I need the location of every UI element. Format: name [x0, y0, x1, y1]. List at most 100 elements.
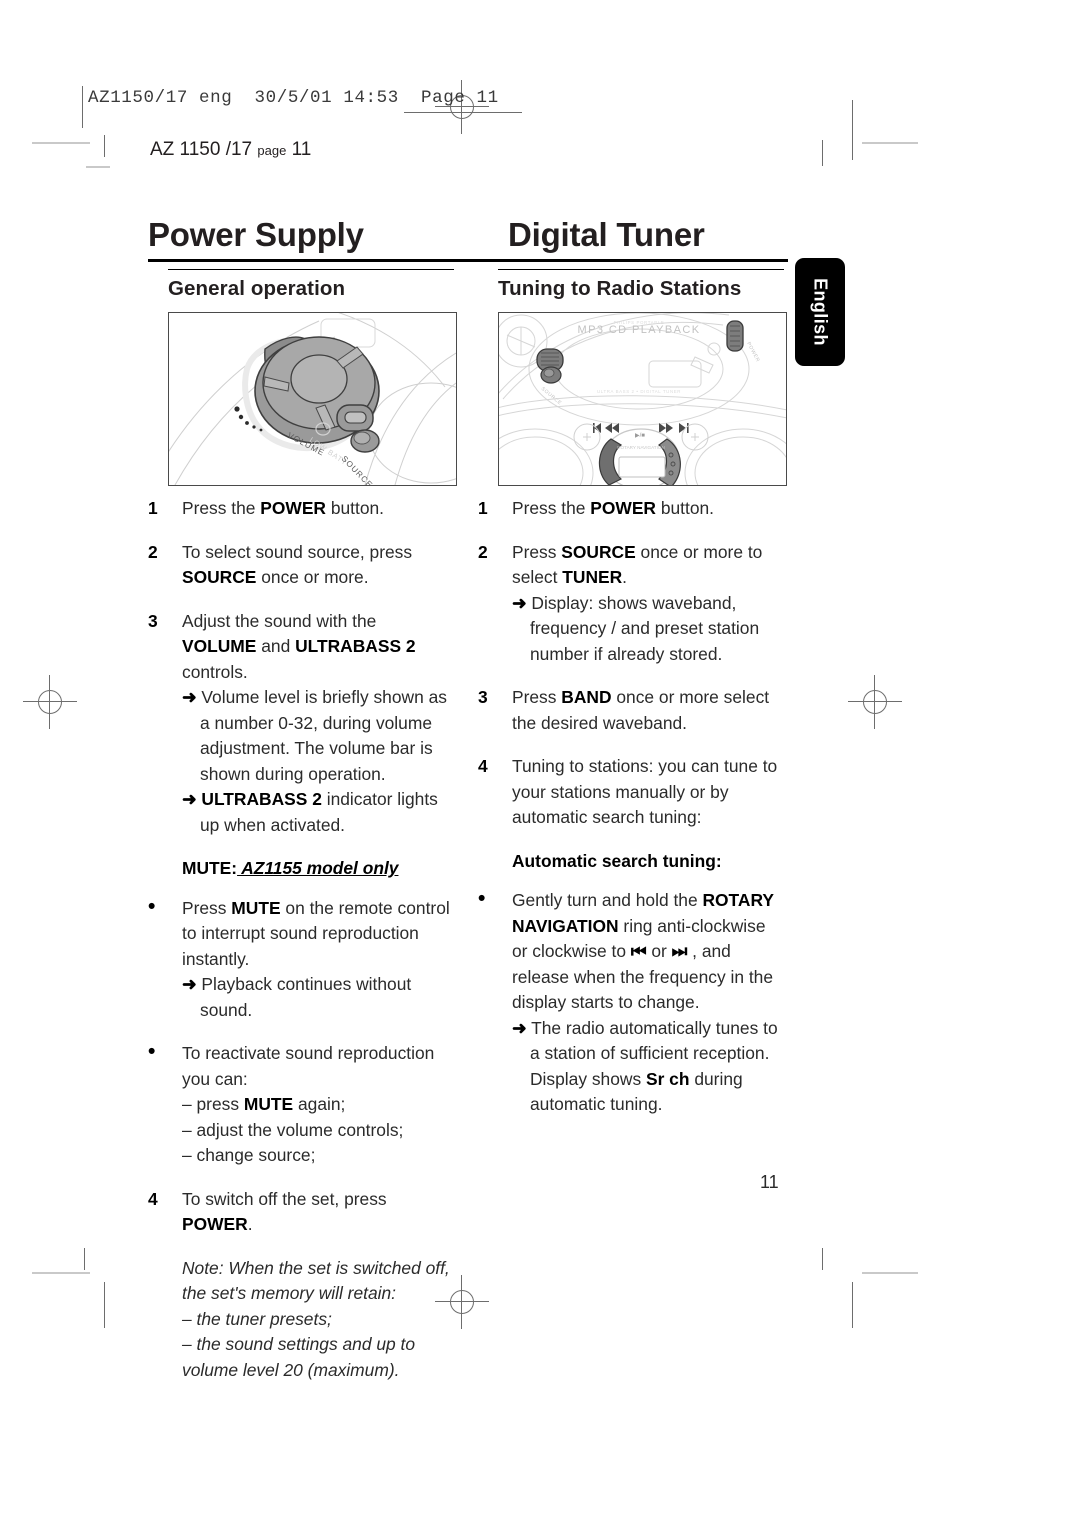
body-text: Display: shows waveband, frequency / and… [530, 592, 760, 664]
body-text: controls. [182, 661, 248, 682]
instruction-line: – adjust the volume controls; [182, 1118, 453, 1144]
body-text: and [256, 636, 296, 656]
instruction-line: To reactivate sound reproduction you can… [182, 1041, 453, 1092]
emphasis-text: SOURCE [182, 567, 257, 587]
body-text: To select sound source, press [182, 541, 413, 562]
emphasis-text: ULTRABASS 2 [295, 636, 416, 656]
body-text: To switch off the set, press [182, 1188, 387, 1209]
instruction-subline: ➜ Volume level is briefly shown as a num… [182, 685, 453, 787]
mute-subhead-bold: MUTE: [182, 858, 238, 878]
instruction-marker: 3 [148, 610, 158, 631]
mute-subhead: MUTE: AZ1155 model only [148, 856, 453, 882]
body-text: again; [293, 1094, 346, 1114]
page-content: Power Supply Digital Tuner General opera… [0, 0, 1080, 1528]
page-number: 11 [760, 1172, 779, 1192]
instruction-line: – press MUTE again; [182, 1092, 453, 1118]
body-text: button. [656, 498, 715, 518]
emphasis-text: MUTE [243, 1094, 294, 1114]
instruction-item: 3 Press BAND once or more select the desi… [478, 685, 783, 736]
automatic-search-subhead: Automatic search tuning: [512, 850, 722, 871]
svg-text:MP3 CD PLAYBACK: MP3 CD PLAYBACK [578, 324, 701, 336]
instruction-line: To select sound source, press SOURCE onc… [182, 540, 453, 591]
instruction-subline: ➜ ULTRABASS 2 indicator lights up when a… [182, 787, 453, 838]
instruction-marker: • [478, 887, 486, 910]
body-text: Adjust the sound with the [182, 610, 377, 631]
body-text: Playback continues without sound. [200, 974, 412, 1020]
body-text: To reactivate sound reproduction you can… [182, 1043, 435, 1089]
note-line-2: – the sound settings and up to volume le… [182, 1334, 416, 1380]
body-text: button. [326, 498, 385, 518]
instruction-subline: ➜ Display: shows waveband, frequency / a… [512, 591, 783, 668]
emphasis-text: ⏭ [671, 941, 688, 961]
instruction-line: Press the POWER button. [182, 496, 453, 522]
mute-subhead-model: AZ1155 model only [237, 858, 399, 878]
emphasis-text: MUTE [231, 897, 281, 918]
emphasis-text: ⏮ [630, 941, 647, 961]
emphasis-text: ➜ [512, 592, 527, 613]
emphasis-text: ➜ [512, 1017, 527, 1038]
emphasis-text: ➜ [182, 974, 197, 994]
page-title-right: Digital Tuner [508, 216, 705, 253]
right-bullets-list: • Gently turn and hold the ROTARY NAVIGAT… [478, 888, 783, 1118]
note-text: : When the set is switched off, the set'… [182, 1257, 450, 1304]
body-text: Press [512, 541, 562, 562]
instruction-line: Press the POWER button. [512, 496, 783, 522]
column-left: 1 Press the POWER button. 2 To select sound… [148, 496, 453, 1383]
note-block: Note: When the set is switched off, the … [148, 1256, 453, 1384]
instruction-item: • Gently turn and hold the ROTARY NAVIGAT… [478, 888, 783, 1118]
instruction-marker: 4 [148, 1188, 158, 1209]
body-text: Press [182, 897, 232, 918]
body-text: or [646, 941, 672, 961]
instruction-item: • To reactivate sound reproduction you ca… [148, 1041, 453, 1169]
svg-text:▶/■: ▶/■ [635, 433, 645, 439]
page-titles: Power Supply Digital Tuner [148, 216, 788, 260]
instruction-item: 3 Adjust the sound with the VOLUME and UL… [148, 609, 453, 839]
instruction-item: 4 Tuning to stations: you can tune to you… [478, 754, 783, 831]
instruction-item: 4 To switch off the set, press POWER. [148, 1187, 453, 1238]
instruction-marker: 4 [478, 756, 488, 776]
instruction-line: Press SOURCE once or more to select TUNE… [512, 540, 783, 591]
body-text: . [247, 1214, 253, 1234]
instruction-line: Tuning to stations: you can tune to your… [512, 754, 783, 831]
figure-top-panel: MP3 CD PLAYBACK PHILIPS PORTABLE ULTRA B… [498, 312, 787, 486]
subhead-rule-left [168, 269, 454, 271]
instruction-subline: ➜ Playback continues without sound. [182, 972, 453, 1023]
body-text: Gently turn and hold the [512, 890, 703, 910]
emphasis-text: BAND [561, 687, 612, 707]
emphasis-text: ULTRABASS 2 [201, 789, 322, 809]
note-line-1: – the tuner presets; [182, 1308, 332, 1329]
emphasis-text: POWER [182, 1214, 248, 1234]
left-final-step: 4 To switch off the set, press POWER. [148, 1187, 453, 1238]
instruction-marker: 1 [478, 498, 488, 518]
emphasis-text: Sr ch [645, 1068, 690, 1089]
instruction-line: – change source; [182, 1143, 453, 1169]
instruction-item: 1 Press the POWER button. [478, 496, 783, 522]
subhead-rule-right [498, 269, 784, 271]
body-text: – change source; [182, 1145, 316, 1165]
subhead-right: Tuning to Radio Stations [498, 277, 742, 300]
language-tab-label: English [810, 278, 831, 346]
body-text: Volume level is briefly shown as a numbe… [200, 687, 447, 784]
svg-text:ULTRA BASS 2 • DIGITAL TUNER: ULTRA BASS 2 • DIGITAL TUNER [597, 389, 681, 394]
emphasis-text: ➜ [182, 789, 197, 809]
emphasis-text: TUNER [562, 567, 623, 587]
left-bullets-list: • Press MUTE on the remote control to int… [148, 895, 453, 1169]
page-title-left: Power Supply [148, 216, 364, 253]
instruction-marker: 3 [478, 687, 488, 707]
instruction-subline: ➜ The radio automatically tunes to a sta… [512, 1016, 783, 1118]
note-label: Note [182, 1257, 219, 1278]
instruction-marker: 2 [478, 541, 488, 562]
body-text: – press [182, 1094, 244, 1114]
emphasis-text: VOLUME [182, 636, 257, 656]
instruction-item: 1 Press the POWER button. [148, 496, 453, 522]
body-text: Press the [512, 498, 591, 518]
body-text: – adjust the volume controls; [182, 1119, 404, 1140]
language-tab: English [795, 258, 845, 366]
body-text: Tuning to stations: you can tune to your… [512, 756, 778, 827]
subhead-left: General operation [168, 277, 346, 300]
body-text: once or more. [256, 567, 369, 587]
instruction-line: Press BAND once or more select the desir… [512, 685, 783, 736]
instruction-marker: 2 [148, 541, 158, 562]
instruction-item: 2 Press SOURCE once or more to select TUN… [478, 540, 783, 668]
emphasis-text: ➜ [182, 687, 197, 707]
